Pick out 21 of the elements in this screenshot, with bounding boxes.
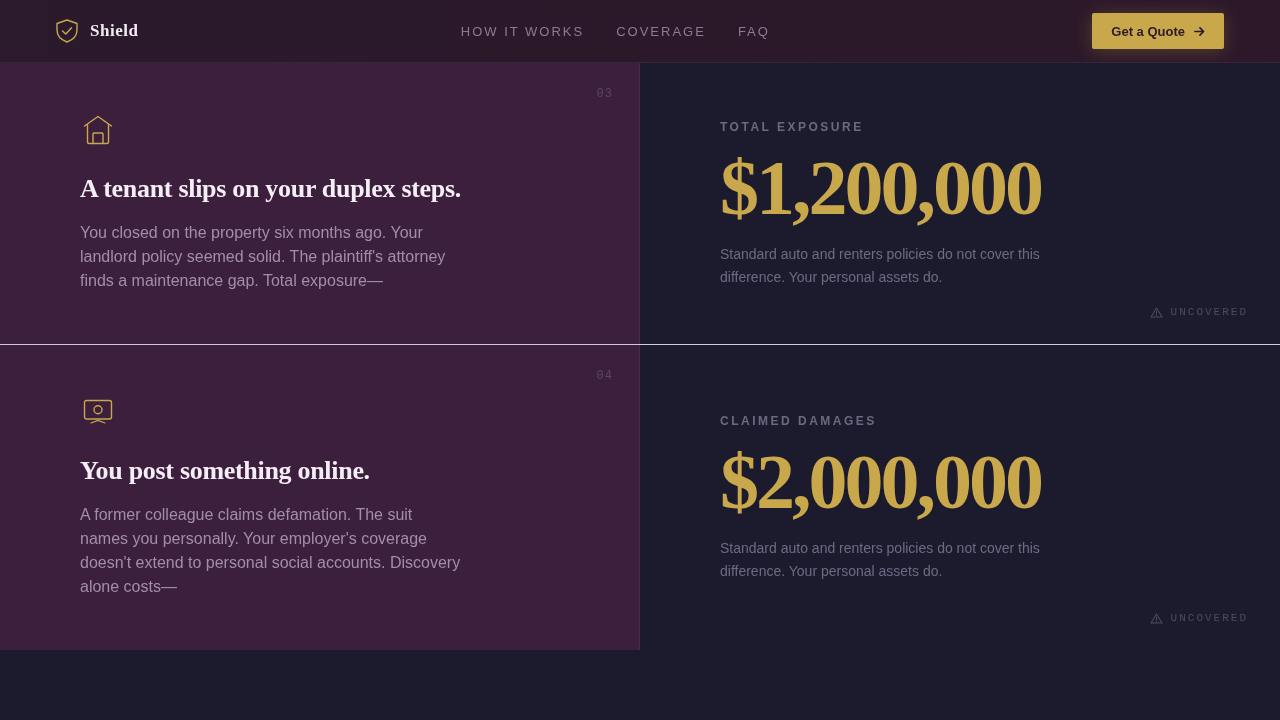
nav-link[interactable]: FAQ [737, 23, 770, 39]
exposure-note: Standard auto and renters policies do not cover this difference. Your personal assets do. [720, 244, 1041, 287]
nav-link[interactable]: COVERAGE [616, 23, 706, 39]
scenario-description: A former colleague claims defamation. The suit names you personally. Your employer's coverage doesn't extend to personal social accounts. Discovery alone costs— [80, 505, 462, 597]
warning-icon [1149, 612, 1163, 624]
exposure-note: Standard auto and renters policies do not cover this difference. Your personal assets do. [720, 538, 1041, 581]
brand-name: Shield [90, 21, 139, 41]
arrow-right-icon [1194, 25, 1205, 37]
get-quote-button[interactable]: Get a Quote [1092, 13, 1224, 49]
scenario-title: A tenant slips on your duplex steps. [80, 173, 462, 205]
exposure-label: CLAIMED DAMAGES [720, 412, 877, 429]
scenario-title: You post something online. [80, 455, 371, 487]
exposure-amount: $1,200,000 [720, 148, 1041, 227]
exposure-label: TOTAL EXPOSURE [720, 118, 864, 135]
nav-link[interactable]: HOW IT WORKS [460, 23, 585, 39]
warning-icon [1149, 306, 1163, 318]
monitor-icon [83, 397, 113, 427]
shield-check-icon [56, 19, 78, 43]
exposure-amount: $2,000,000 [720, 442, 1041, 521]
house-icon [83, 115, 113, 145]
scenario-description: You closed on the property six months ago. Your landlord policy seemed solid. The plaintiff's attorney finds a maintenance gap. Total exposure— [80, 223, 447, 291]
